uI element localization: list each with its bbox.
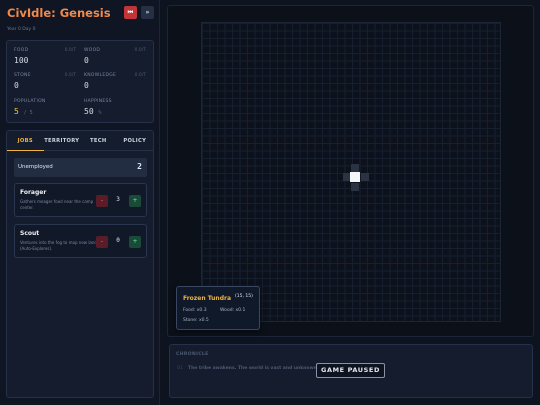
job-count: 3 [116, 196, 120, 203]
increase-scout-button[interactable]: + [129, 236, 141, 248]
resources-panel: FOOD 0.0/T 100 WOOD 0.0/T 0 STONE 0.0/T … [6, 40, 154, 123]
game-paused-badge[interactable]: GAME PAUSED [316, 363, 385, 378]
app-root: CivIdle: Genesis ⏮ » Year 0 Day 0 FOOD 0… [0, 0, 540, 405]
tile-stone-yield: Stone: x0.5 [183, 318, 209, 323]
resource-value: 100 [14, 56, 29, 65]
resource-rate: 0.0/T [64, 73, 76, 78]
tile-tooltip: Frozen Tundra (15, 15) Food: x0.3 Wood: … [176, 286, 260, 330]
tab-policy[interactable]: POLICY [117, 131, 154, 151]
job-card-scout: Scout Ventures into the fog to map new l… [14, 224, 147, 258]
unemployed-label: Unemployed [18, 164, 53, 170]
tile-food-yield: Food: x0.3 [183, 308, 207, 313]
map-tile-fog[interactable] [351, 164, 359, 172]
tile-wood-yield: Wood: x0.1 [220, 308, 246, 313]
resource-rate: 0.0/T [64, 48, 76, 53]
resource-value: 0 [14, 81, 19, 90]
resource-rate: 0.0/T [134, 48, 146, 53]
skip-back-icon: ⏮ [127, 9, 134, 16]
tile-coords: (15, 15) [235, 294, 253, 299]
unemployed-row: Unemployed 2 [14, 158, 147, 177]
unemployed-count: 2 [137, 162, 142, 171]
app-title: CivIdle: Genesis [7, 6, 111, 20]
resource-label: HAPPINESS [84, 99, 112, 104]
map-tile-fog[interactable] [361, 173, 369, 181]
resource-label: POPULATION [14, 99, 46, 104]
resource-label: KNOWLEDGE [84, 73, 117, 78]
increase-forager-button[interactable]: + [129, 195, 141, 207]
resource-value: 0 [84, 56, 89, 65]
chronicle-entry-text: The tribe awakens. The world is vast and… [188, 366, 319, 371]
job-card-forager: Forager Gathers meager food near the cam… [14, 183, 147, 217]
tab-panel: JOBS TERRITORY TECH POLICY Unemployed 2 … [6, 130, 154, 398]
tab-tech[interactable]: TECH [80, 131, 117, 151]
happiness-value: 50 % [84, 107, 101, 116]
resource-value: 0 [84, 81, 89, 90]
population-current: 5 [14, 107, 19, 116]
tab-territory[interactable]: TERRITORY [44, 131, 81, 151]
tile-name: Frozen Tundra [183, 295, 231, 302]
sidebar: CivIdle: Genesis ⏮ » Year 0 Day 0 FOOD 0… [0, 0, 160, 405]
year-day-label: Year 0 Day 0 [7, 27, 36, 32]
fast-forward-button[interactable]: » [141, 6, 154, 19]
tab-jobs[interactable]: JOBS [7, 131, 44, 151]
tab-bar: JOBS TERRITORY TECH POLICY [7, 131, 153, 151]
job-description: Ventures into the fog to map new lands (… [20, 240, 100, 251]
population-max: / 5 [23, 110, 33, 116]
resource-label: FOOD [14, 48, 29, 53]
chronicle-label: CHRONICLE [176, 352, 209, 357]
fast-forward-icon: » [145, 9, 150, 16]
happiness-unit: % [98, 110, 102, 116]
skip-back-button[interactable]: ⏮ [124, 6, 137, 19]
job-name: Scout [20, 230, 40, 237]
job-count: 0 [116, 237, 120, 244]
decrease-forager-button[interactable]: - [96, 195, 108, 207]
resource-label: STONE [14, 73, 31, 78]
population-value: 5 / 5 [14, 107, 33, 116]
map-tile-home[interactable] [350, 172, 360, 182]
job-description: Gathers meager food near the camp center… [20, 199, 94, 210]
job-name: Forager [20, 189, 47, 196]
happiness-number: 50 [84, 107, 94, 116]
decrease-scout-button[interactable]: - [96, 236, 108, 248]
resource-rate: 0.0/T [134, 73, 146, 78]
map-tile-fog[interactable] [351, 183, 359, 191]
chronicle-entry-number: 01 [177, 366, 183, 371]
resource-label: WOOD [84, 48, 101, 53]
